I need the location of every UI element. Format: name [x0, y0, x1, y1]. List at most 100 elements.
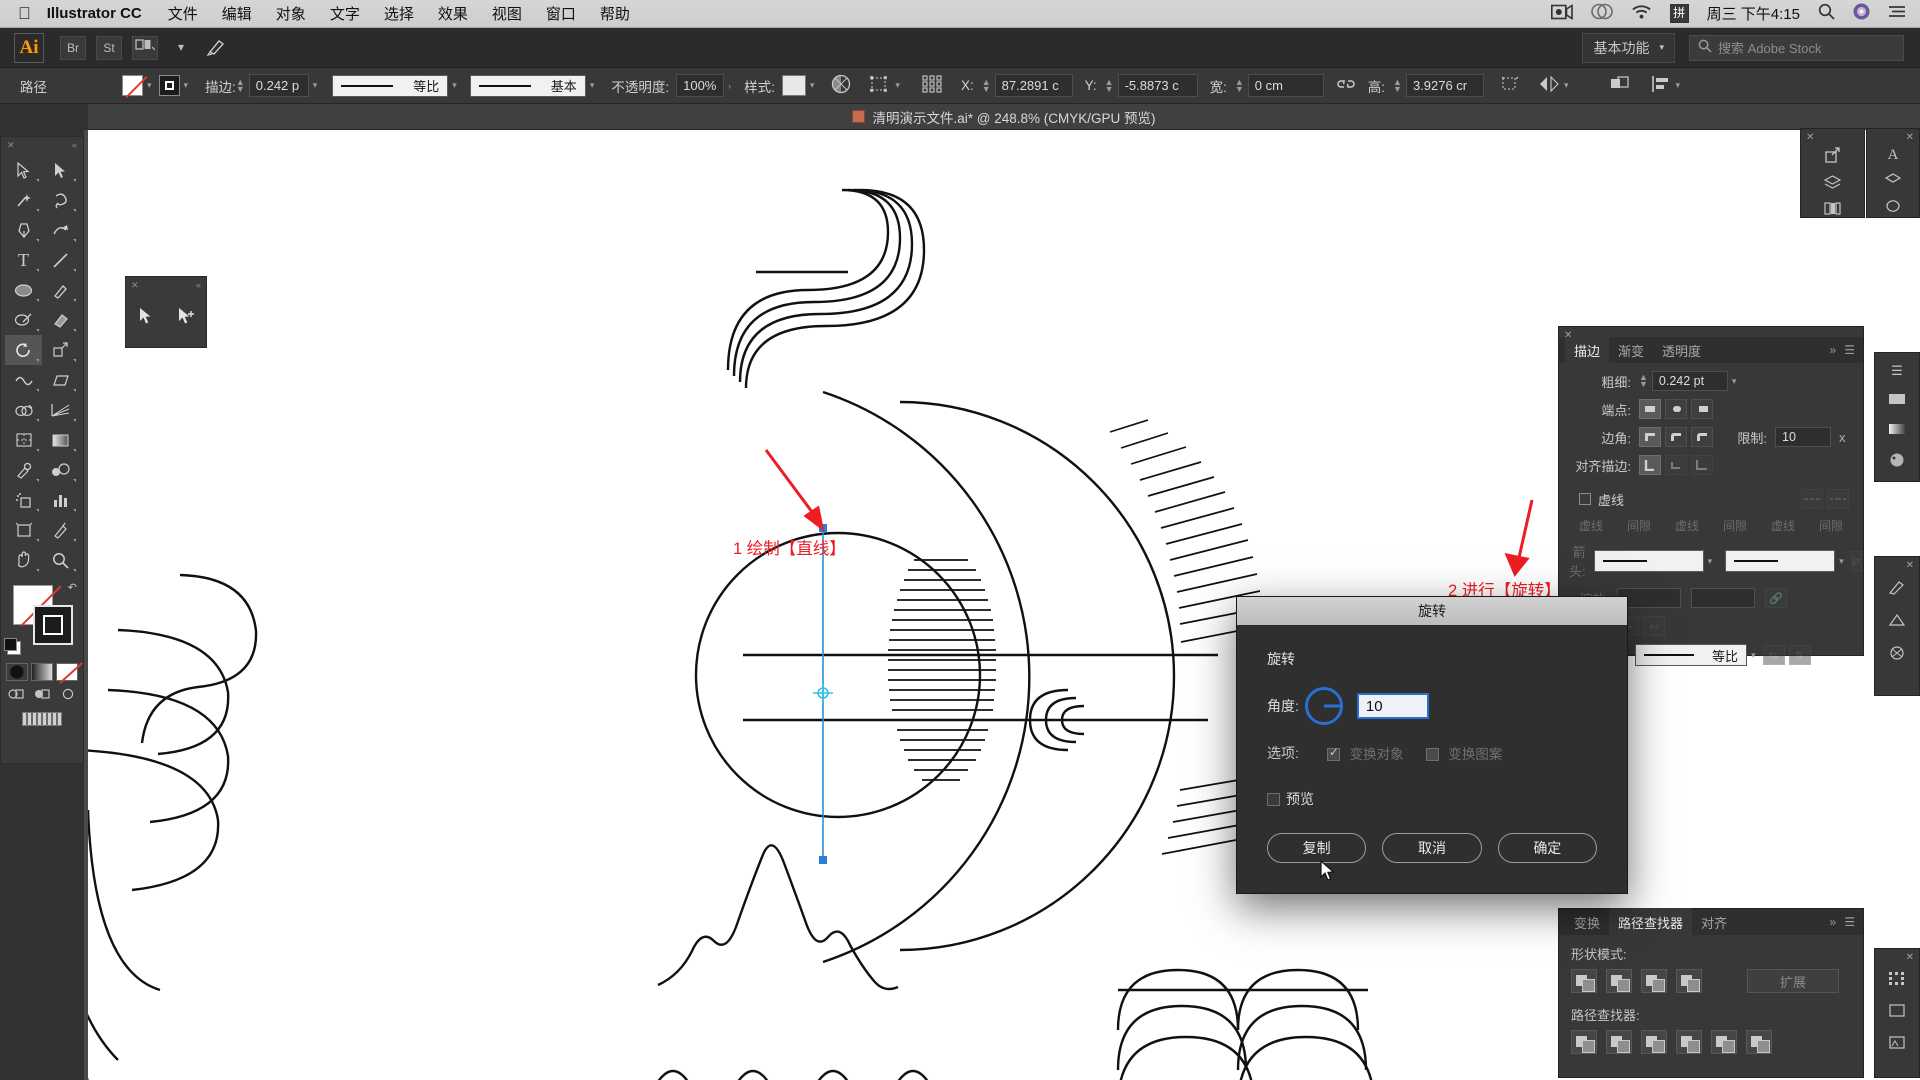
preview-row[interactable]: 预览	[1267, 789, 1597, 809]
panel-menu-icon[interactable]: ☰	[1844, 343, 1855, 357]
scale-tool[interactable]	[42, 335, 79, 365]
arrow-start-dropdown[interactable]	[1593, 550, 1704, 572]
align-center-icon[interactable]	[1639, 455, 1661, 475]
menu-window[interactable]: 窗口	[546, 3, 576, 24]
graphic-style-swatch[interactable]	[781, 75, 806, 96]
profile-dropdown[interactable]: 等比	[1635, 644, 1747, 666]
chevron-down-icon[interactable]: ▾	[1675, 80, 1680, 91]
swap-fill-stroke-icon[interactable]: ↶	[68, 581, 77, 594]
ellipse-tool[interactable]	[5, 275, 42, 305]
mesh-tool[interactable]	[5, 425, 42, 455]
align-outside-icon[interactable]	[1691, 455, 1713, 475]
chevron-down-icon[interactable]: ▾	[590, 80, 595, 91]
tab-gradient[interactable]: 渐变	[1609, 336, 1653, 365]
patterns-icon[interactable]	[1888, 645, 1906, 664]
weight-input[interactable]: 0.242 pt	[1651, 371, 1728, 391]
lasso-tool[interactable]	[42, 185, 79, 215]
collapse-icon[interactable]: «	[196, 280, 201, 290]
align-icon[interactable]	[1651, 75, 1671, 97]
graphic-styles-icon[interactable]	[1885, 199, 1901, 216]
transform-objects-checkbox[interactable]	[1326, 745, 1340, 761]
paintbrush-tool[interactable]	[42, 275, 79, 305]
merge-icon[interactable]	[1641, 1030, 1667, 1054]
close-icon[interactable]: ✕	[1906, 560, 1914, 571]
corner-bevel-icon[interactable]	[1691, 427, 1713, 447]
stroke-weight-input[interactable]: 0.242 p	[248, 74, 309, 97]
bridge-button[interactable]: Br	[60, 35, 86, 60]
appearance-icon[interactable]	[1884, 173, 1902, 190]
zoom-tool[interactable]	[42, 545, 79, 575]
align-grid-icon[interactable]	[921, 74, 945, 98]
exclude-icon[interactable]	[1676, 969, 1702, 993]
arrow-end-dropdown[interactable]	[1725, 550, 1836, 572]
fill-swatch[interactable]	[122, 75, 143, 96]
stepper-icon[interactable]: ▲ ▼	[1235, 77, 1244, 93]
gradient-mode[interactable]	[31, 663, 53, 681]
expand-button[interactable]: 扩展	[1747, 969, 1839, 993]
links-icon[interactable]	[1888, 1035, 1906, 1053]
close-icon[interactable]: ✕	[1906, 132, 1914, 143]
link-icon[interactable]	[1336, 77, 1356, 95]
collapse-icon[interactable]: «	[72, 140, 77, 150]
rotate-dial[interactable]	[1304, 687, 1343, 725]
apple-icon[interactable]: 	[18, 5, 31, 22]
type-tool[interactable]: T	[5, 245, 42, 275]
none-mode[interactable]	[56, 663, 78, 681]
chevron-down-icon[interactable]: ▾	[168, 36, 194, 60]
color-guide-icon[interactable]	[1888, 452, 1906, 471]
column-graph-tool[interactable]	[42, 485, 79, 515]
free-transform-tool[interactable]	[42, 365, 79, 395]
panel-menu-icon[interactable]: ☰	[1891, 363, 1903, 379]
rotate-icon[interactable]	[1500, 75, 1520, 97]
line-segment-tool[interactable]	[42, 245, 79, 275]
eraser-tool[interactable]	[42, 305, 79, 335]
dash-preserve-icon[interactable]	[1801, 489, 1823, 509]
character-icon[interactable]: A	[1888, 147, 1899, 164]
chevron-down-icon[interactable]: ▾	[147, 80, 152, 91]
artboards-icon[interactable]	[1888, 1003, 1906, 1021]
color-mode[interactable]	[6, 663, 28, 681]
menu-edit[interactable]: 编辑	[222, 3, 252, 24]
ok-button[interactable]: 确定	[1497, 833, 1597, 863]
chevron-down-icon[interactable]: ▾	[313, 80, 318, 91]
blend-tool[interactable]	[42, 455, 79, 485]
link-scale-icon[interactable]: 🔗	[1765, 588, 1787, 608]
stepper-icon[interactable]: ▲ ▼	[236, 77, 245, 93]
hand-tool[interactable]	[5, 545, 42, 575]
brush-icon[interactable]	[204, 36, 230, 60]
stepper-icon[interactable]: ▲ ▼	[1639, 373, 1648, 389]
tab-align[interactable]: 对齐	[1692, 908, 1736, 937]
chevron-down-icon[interactable]: ▾	[184, 80, 189, 91]
eyedropper-tool[interactable]	[5, 455, 42, 485]
magic-wand-tool[interactable]	[5, 185, 42, 215]
swap-arrows-icon[interactable]: ⇄	[1850, 551, 1862, 571]
trim-icon[interactable]	[1606, 1030, 1632, 1054]
stepper-icon[interactable]: ▲ ▼	[982, 77, 991, 93]
tab-transform[interactable]: 变换	[1565, 908, 1609, 937]
cap-projecting-icon[interactable]	[1691, 399, 1713, 419]
divide-icon[interactable]	[1571, 1030, 1597, 1054]
document-tab-title[interactable]: 清明演示文件.ai* @ 248.8% (CMYK/GPU 预览)	[872, 107, 1155, 127]
curvature-tool[interactable]	[42, 215, 79, 245]
chevron-down-icon[interactable]: ▾	[810, 80, 815, 91]
dash-align-icon[interactable]	[1827, 489, 1849, 509]
gradient-panel-icon[interactable]	[1888, 422, 1906, 439]
shape-builder-tool[interactable]	[5, 395, 42, 425]
close-icon[interactable]: ✕	[1906, 952, 1914, 963]
y-input[interactable]: -5.8873 c	[1117, 74, 1198, 97]
align-inside-icon[interactable]	[1665, 455, 1687, 475]
width-input[interactable]: 0 cm	[1247, 74, 1324, 97]
chevron-down-icon[interactable]: ▾	[1751, 650, 1756, 661]
direct-selection-tool[interactable]	[177, 307, 195, 330]
arrange-icon[interactable]	[1609, 75, 1631, 97]
intersect-icon[interactable]	[1641, 969, 1667, 993]
width-tool[interactable]	[5, 365, 42, 395]
selection-tool[interactable]	[5, 155, 42, 185]
outline-icon[interactable]	[1711, 1030, 1737, 1054]
gradient-tool[interactable]	[42, 425, 79, 455]
brushes-icon[interactable]	[1888, 579, 1906, 598]
default-fill-stroke-icon[interactable]	[4, 638, 21, 655]
chevron-down-icon[interactable]: ▾	[1708, 556, 1713, 567]
rotate-tool[interactable]	[5, 335, 42, 365]
draw-normal-icon[interactable]	[8, 687, 24, 704]
